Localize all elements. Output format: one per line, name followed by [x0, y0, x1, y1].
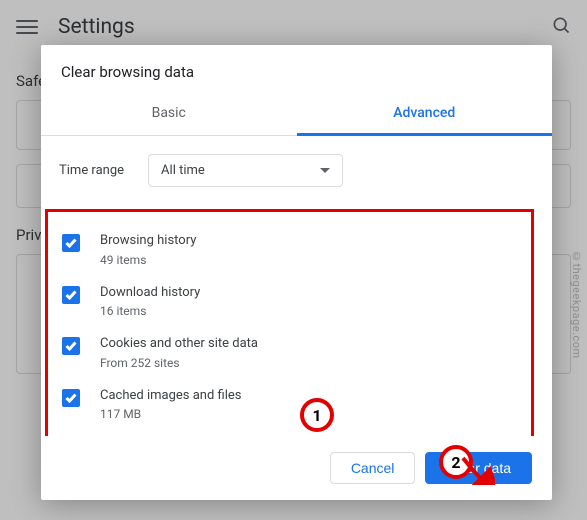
cancel-button[interactable]: Cancel [330, 452, 416, 484]
dialog-title: Clear browsing data [41, 45, 552, 95]
annotation-callout-1: 1 [300, 398, 334, 432]
tab-advanced[interactable]: Advanced [297, 95, 553, 136]
checkbox-browsing-history[interactable] [62, 234, 80, 252]
dialog-body[interactable]: Time range All time Browsing history 49 … [41, 136, 552, 436]
item-title: Cookies and other site data [100, 334, 525, 354]
tab-basic[interactable]: Basic [41, 95, 297, 135]
time-range-label: Time range [59, 163, 124, 178]
item-title: Download history [100, 283, 525, 303]
item-subtitle: 49 items [100, 251, 525, 269]
annotation-arrow-icon [445, 425, 495, 485]
time-range-row: Time range All time [59, 154, 534, 187]
checkbox-cached-images[interactable] [62, 389, 80, 407]
time-range-value: All time [161, 163, 205, 178]
checkbox-download-history[interactable] [62, 286, 80, 304]
list-item: Cached images and files 117 MB [62, 379, 525, 431]
checkbox-cookies[interactable] [62, 337, 80, 355]
item-subtitle: From 252 sites [100, 354, 525, 372]
list-item: Browsing history 49 items [62, 224, 525, 276]
list-item: Download history 16 items [62, 276, 525, 328]
watermark: ©thegeekpage.com [570, 250, 583, 359]
item-subtitle: 16 items [100, 302, 525, 320]
dialog-tabs: Basic Advanced [41, 95, 552, 136]
item-title: Browsing history [100, 231, 525, 251]
chevron-down-icon [320, 168, 330, 173]
list-item: Cookies and other site data From 252 sit… [62, 327, 525, 379]
time-range-select[interactable]: All time [148, 154, 343, 187]
annotation-box-1: Browsing history 49 items Download histo… [45, 209, 534, 436]
